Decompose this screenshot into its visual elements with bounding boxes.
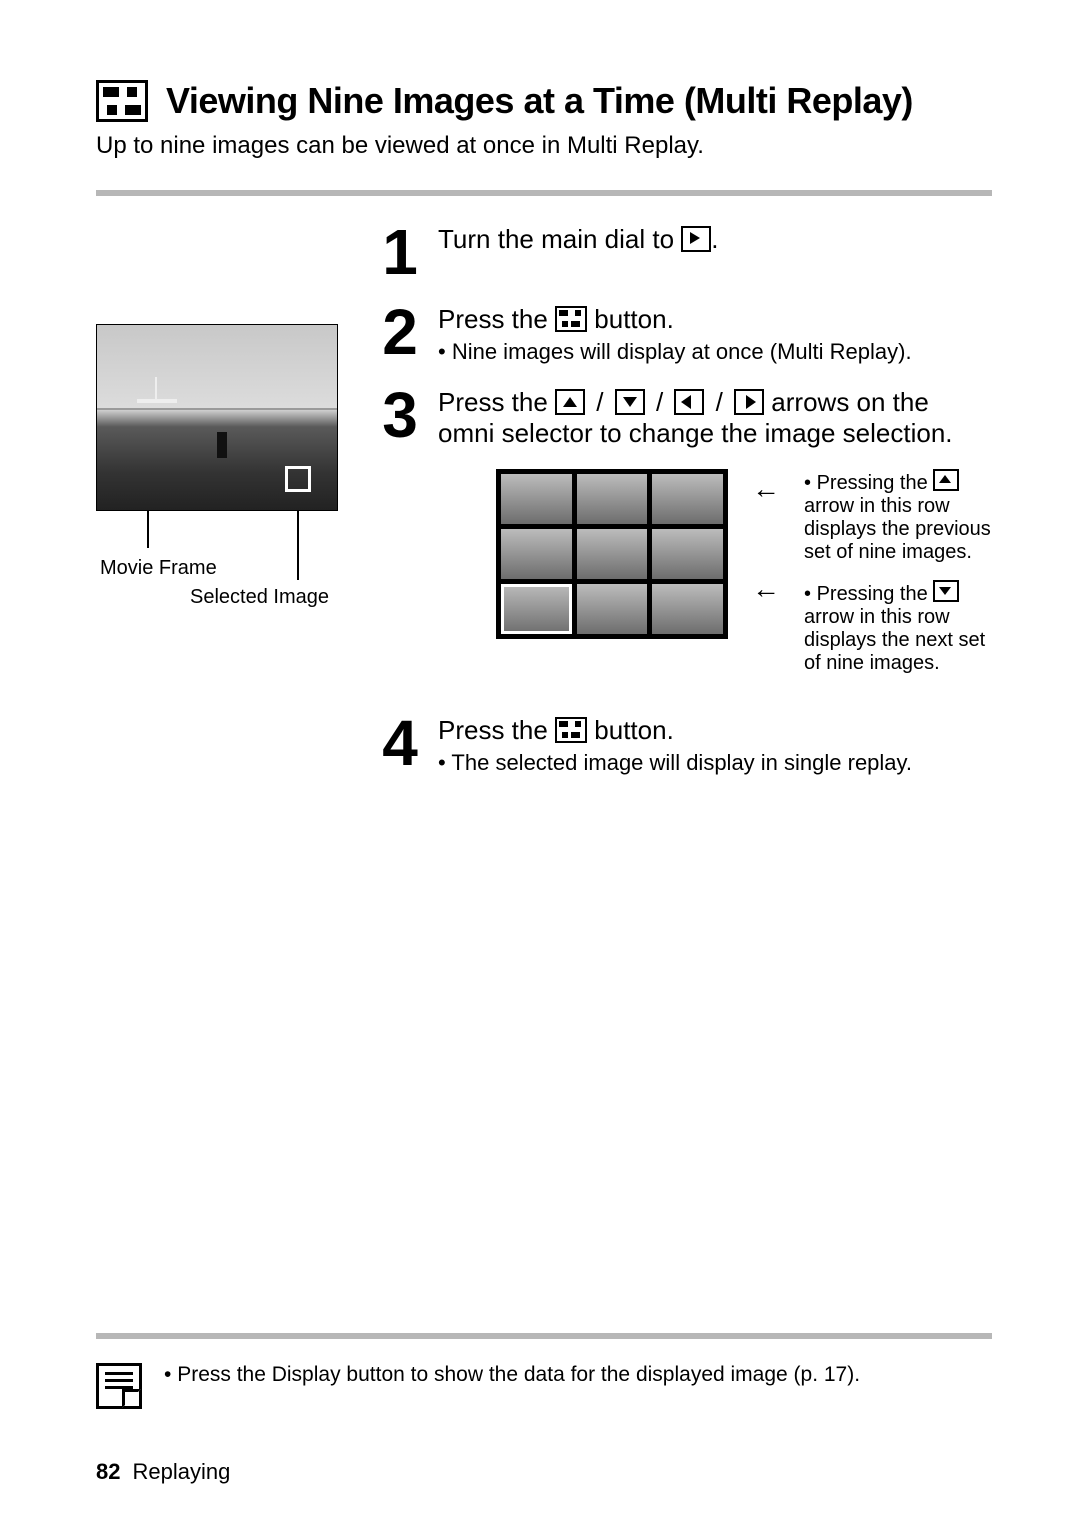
step-text: Press the button. xyxy=(438,304,674,334)
title-row: Viewing Nine Images at a Time (Multi Rep… xyxy=(96,80,992,122)
step-number: 1 xyxy=(380,224,420,282)
step-bullet: The selected image will display in singl… xyxy=(438,750,992,776)
thumbnail-diagram: ← ← Pressing the arrow in this row displ… xyxy=(496,469,992,691)
down-arrow-icon xyxy=(615,389,645,415)
note-text: Press the Display button to show the dat… xyxy=(164,1363,860,1387)
side-notes: Pressing the arrow in this row displays … xyxy=(804,469,992,691)
left-column: Movie Frame Selected Image xyxy=(96,224,360,798)
up-arrow-icon xyxy=(933,469,959,491)
note-up: Pressing the arrow in this row displays … xyxy=(804,469,992,564)
intro-text: Up to nine images can be viewed at once … xyxy=(96,132,992,160)
step-text: Press the / / / arrows on the omni selec… xyxy=(438,387,953,448)
pointer-left-icon: ← xyxy=(746,575,786,603)
step-number: 3 xyxy=(380,387,420,691)
manual-page: Viewing Nine Images at a Time (Multi Rep… xyxy=(0,0,1080,1529)
caption-movie-frame: Movie Frame xyxy=(100,557,360,580)
pointer-left-icon: ← xyxy=(746,475,786,503)
page-number: 82 xyxy=(96,1459,120,1484)
step-1: 1 Turn the main dial to . xyxy=(380,224,992,282)
step-bullet: Nine images will display at once (Multi … xyxy=(438,339,992,365)
caption-selected-image: Selected Image xyxy=(190,586,360,609)
step-number: 2 xyxy=(380,304,420,365)
up-arrow-icon xyxy=(555,389,585,415)
page-title: Viewing Nine Images at a Time (Multi Rep… xyxy=(166,80,913,122)
thumbnail-grid xyxy=(496,469,728,639)
right-arrow-icon xyxy=(734,389,764,415)
example-photo xyxy=(96,324,338,511)
pointer-arrows: ← ← xyxy=(746,469,786,603)
step-text: Turn the main dial to . xyxy=(438,224,719,254)
separator xyxy=(96,190,992,196)
multi-replay-button-icon xyxy=(555,717,587,743)
note-down: Pressing the arrow in this row displays … xyxy=(804,580,992,675)
left-arrow-icon xyxy=(674,389,704,415)
step-2: 2 Press the button. Nine images will dis… xyxy=(380,304,992,365)
separator xyxy=(96,1333,992,1339)
step-text: Press the button. xyxy=(438,715,674,745)
content: Movie Frame Selected Image 1 Turn the ma… xyxy=(96,224,992,798)
down-arrow-icon xyxy=(933,580,959,602)
playback-mode-icon xyxy=(681,226,711,252)
page-footer: 82 Replaying xyxy=(96,1459,230,1485)
right-column: 1 Turn the main dial to . 2 Press the bu… xyxy=(380,224,992,798)
multi-replay-button-icon xyxy=(555,306,587,332)
selected-thumbnail xyxy=(501,584,572,634)
bottom-note: Press the Display button to show the dat… xyxy=(96,1363,992,1409)
section-name: Replaying xyxy=(132,1459,230,1484)
selection-cursor-icon xyxy=(285,466,311,492)
step-3: 3 Press the / / / arrows on the omni sel… xyxy=(380,387,992,691)
note-icon xyxy=(96,1363,142,1409)
step-number: 4 xyxy=(380,715,420,776)
step-4: 4 Press the button. The selected image w… xyxy=(380,715,992,776)
multi-replay-icon xyxy=(96,80,148,122)
